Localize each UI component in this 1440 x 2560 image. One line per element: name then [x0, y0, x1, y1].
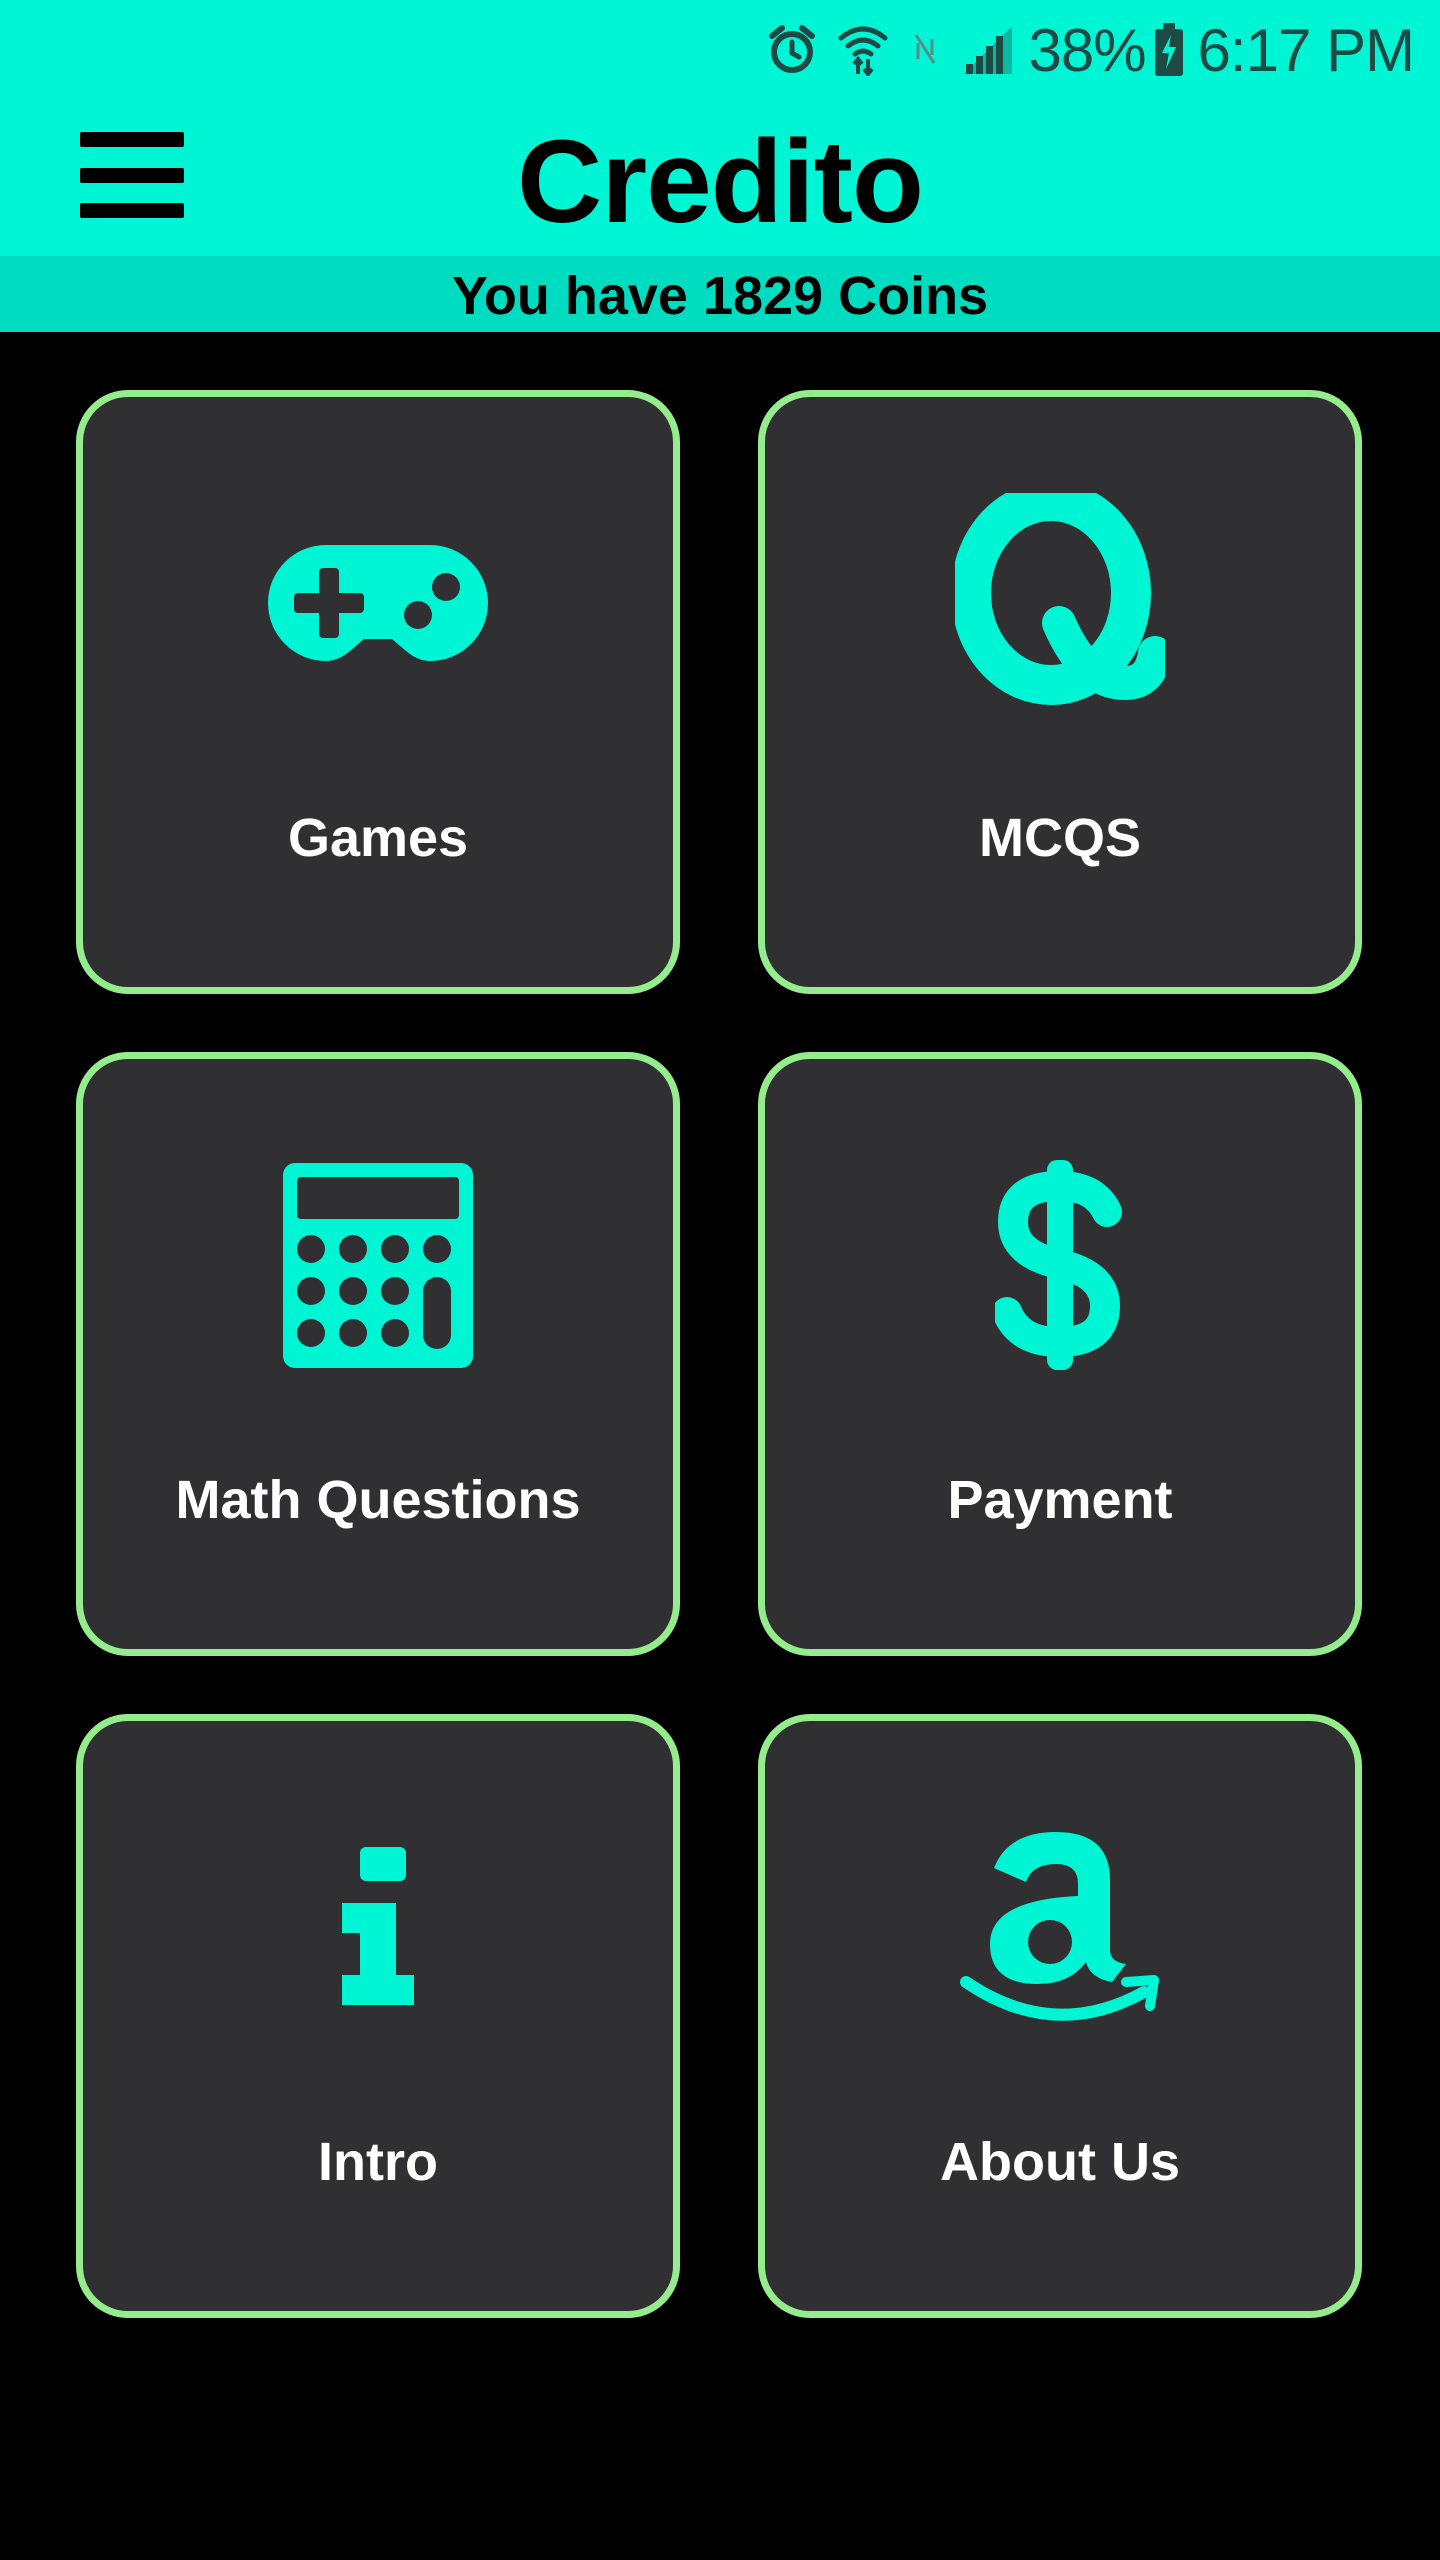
payment-tile[interactable]: Payment — [758, 1052, 1362, 1656]
signal-icon — [962, 24, 1014, 76]
tile-label: Games — [287, 808, 469, 868]
clock: 6:17 PM — [1197, 16, 1415, 84]
no-sim-icon — [910, 33, 940, 67]
info-icon — [83, 1817, 673, 2037]
tile-label: About Us — [940, 2132, 1180, 2192]
calculator-icon — [83, 1155, 673, 1375]
battery-charging-icon — [1154, 23, 1184, 77]
games-tile[interactable]: Games — [76, 390, 680, 994]
math-questions-tile[interactable]: Math Questions — [76, 1052, 680, 1656]
app-bar: Credito — [0, 100, 1440, 256]
tile-label: Math Questions — [175, 1470, 581, 1530]
q-letter-icon — [765, 493, 1355, 713]
status-bar: 38% 6:17 PM — [0, 0, 1440, 100]
intro-tile[interactable]: Intro — [76, 1714, 680, 2318]
tile-label: MCQS — [979, 808, 1141, 868]
coin-balance: You have 1829 Coins — [0, 256, 1440, 332]
tile-label: Intro — [318, 2132, 438, 2192]
tile-label: Payment — [947, 1470, 1173, 1530]
alarm-icon — [768, 24, 816, 76]
about-us-tile[interactable]: About Us — [758, 1714, 1362, 2318]
amazon-icon — [765, 1817, 1355, 2037]
wifi-icon — [838, 24, 888, 76]
dollar-icon — [765, 1155, 1355, 1375]
mcqs-tile[interactable]: MCQS — [758, 390, 1362, 994]
battery-percent: 38% — [1028, 16, 1146, 84]
app-title: Credito — [517, 116, 924, 248]
gamepad-icon — [83, 493, 673, 713]
